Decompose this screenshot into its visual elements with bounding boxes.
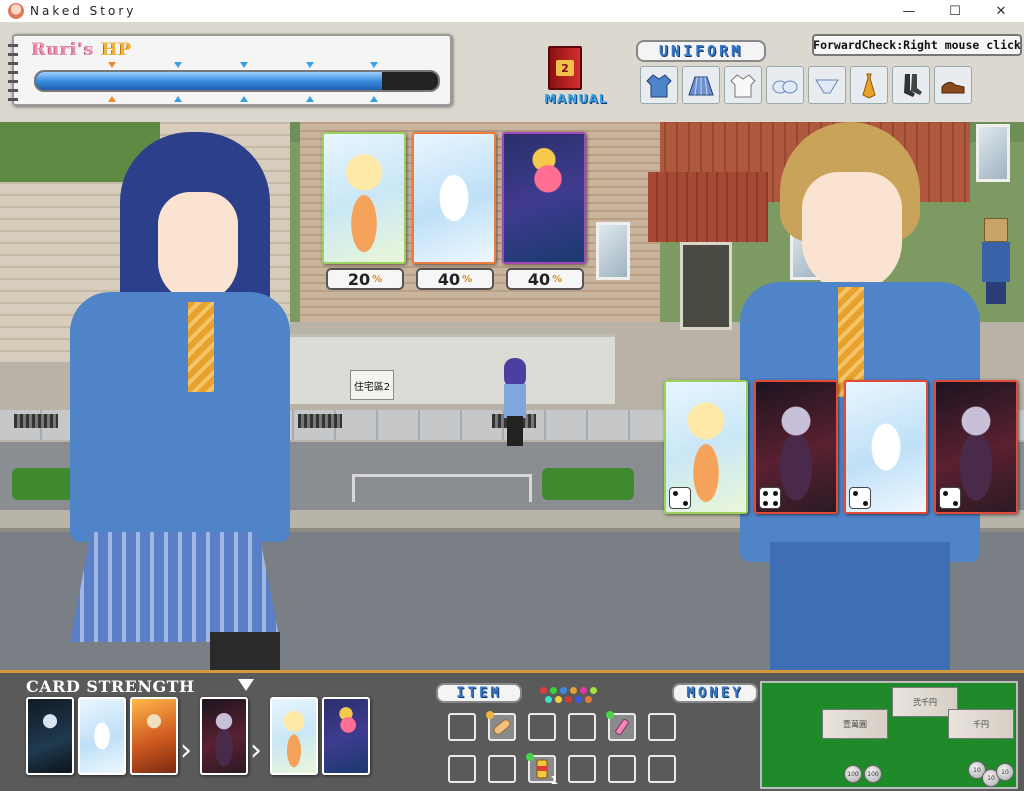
garden-wall (285, 334, 615, 404)
strength-card-vampire (200, 697, 248, 775)
socks-icon[interactable] (892, 66, 930, 104)
hp-tick-marker (240, 62, 248, 68)
hp-label: HP (101, 40, 133, 60)
strength-card-angel (270, 697, 318, 775)
book-icon: 2 (548, 46, 582, 90)
panties-icon[interactable] (808, 66, 846, 104)
hp-tick-marker (370, 62, 378, 68)
bra-icon[interactable] (766, 66, 804, 104)
card-3-percent: 40% (506, 268, 584, 290)
bandage-icon (493, 719, 511, 735)
item-slot-empty[interactable] (568, 713, 596, 741)
dice-icon (939, 487, 961, 509)
hp-tick-marker (240, 96, 248, 102)
money-panel: 弐千円 壹萬圓 千円 100 100 10 10 10 (760, 681, 1018, 789)
hp-tick-marker (370, 96, 378, 102)
railing (352, 474, 532, 502)
minimize-button[interactable]: — (886, 0, 932, 22)
window-controls: — ☐ ✕ (886, 0, 1024, 22)
card-1-percent: 20% (326, 268, 404, 290)
hp-title: Ruri's HP (32, 40, 132, 60)
hp-bar (34, 70, 440, 92)
hp-tick-marker (306, 96, 314, 102)
hp-tick-marker (306, 62, 314, 68)
strength-marker-icon (238, 679, 254, 691)
coin-icon: 100 (844, 765, 862, 783)
skirt-icon[interactable] (682, 66, 720, 104)
hp-tick-marker (174, 96, 182, 102)
item-slot-empty[interactable] (648, 755, 676, 783)
item-slot-bandage[interactable] (486, 711, 516, 741)
app-icon (8, 3, 24, 19)
maximize-button[interactable]: ☐ (932, 0, 978, 22)
window-titlebar: Naked Story — ☐ ✕ (0, 0, 1024, 22)
bill-icon: 千円 (948, 709, 1014, 739)
opponent-card-3[interactable] (502, 132, 586, 264)
item-slot-empty[interactable] (568, 755, 596, 783)
hp-tick-marker (174, 62, 182, 68)
opponent-card-1[interactable] (322, 132, 406, 264)
item-slot-empty[interactable] (448, 755, 476, 783)
item-slot-empty[interactable] (528, 713, 556, 741)
chevron-right-icon: › (180, 733, 192, 768)
hp-owner-name: Ruri's (32, 40, 95, 60)
jacket-icon[interactable] (640, 66, 678, 104)
card-strength-label: CARD STRENGTH (26, 677, 195, 696)
hp-bar-fill (36, 72, 382, 90)
dice-icon (759, 487, 781, 509)
manual-number: 2 (556, 60, 574, 76)
uniform-items (640, 66, 972, 106)
uniform-label: UNIFORM (636, 40, 766, 62)
strength-card-demon-girl (322, 697, 370, 775)
dice-icon (849, 487, 871, 509)
money-label: MONEY (672, 683, 758, 703)
dice-icon (669, 487, 691, 509)
area-nameplate: 住宅區2 (350, 370, 394, 400)
forward-check-hint: ForwardCheck:Right mouse click (812, 34, 1022, 56)
hand-card-2[interactable] (754, 380, 838, 514)
coin-icon: 10 (996, 763, 1014, 781)
bill-icon: 壹萬圓 (822, 709, 888, 739)
opponent-card-2[interactable] (412, 132, 496, 264)
game-scene: 住宅區2 (0, 22, 1024, 670)
item-label: ITEM (436, 683, 522, 703)
item-slot-empty[interactable] (648, 713, 676, 741)
strength-card-knight (130, 697, 178, 775)
hp-tick-marker (108, 96, 116, 102)
shoes-icon[interactable] (934, 66, 972, 104)
hand-card-3[interactable] (844, 380, 928, 514)
close-button[interactable]: ✕ (978, 0, 1024, 22)
manual-button[interactable]: 2 MANUAL (544, 46, 616, 106)
hedge (542, 468, 634, 500)
ruri-map-sprite (500, 358, 528, 446)
coin-icon: 100 (864, 765, 882, 783)
card-2-percent: 40% (416, 268, 494, 290)
item-slot-drink[interactable]: 1 (526, 753, 558, 787)
strength-card-dragon (78, 697, 126, 775)
manual-label: MANUAL (544, 92, 608, 106)
hp-panel: Ruri's HP (8, 34, 452, 106)
chevron-right-icon: › (250, 733, 262, 768)
strength-card-reaper (26, 697, 74, 775)
item-count: 1 (550, 774, 558, 787)
ruri-portrait (40, 132, 290, 670)
hand-card-1[interactable] (664, 380, 748, 514)
binder-rings-icon (8, 44, 18, 102)
item-slot-empty[interactable] (448, 713, 476, 741)
item-slot-empty[interactable] (488, 755, 516, 783)
gems-icon (538, 685, 598, 707)
shirt-icon[interactable] (724, 66, 762, 104)
hp-tick-marker (108, 62, 116, 68)
house-door (680, 242, 732, 330)
item-slot-empty[interactable] (608, 755, 636, 783)
item-slot-lipstick[interactable] (606, 711, 636, 741)
lipstick-icon (615, 719, 629, 735)
window-title: Naked Story (30, 4, 137, 18)
bottom-hud: CARD STRENGTH › › ITEM 1 MONEY 弐千円 壹萬圓 千… (0, 670, 1024, 791)
house-window (596, 222, 630, 280)
hand-card-4[interactable] (934, 380, 1018, 514)
tie-icon[interactable] (850, 66, 888, 104)
drain-grate (298, 414, 342, 428)
